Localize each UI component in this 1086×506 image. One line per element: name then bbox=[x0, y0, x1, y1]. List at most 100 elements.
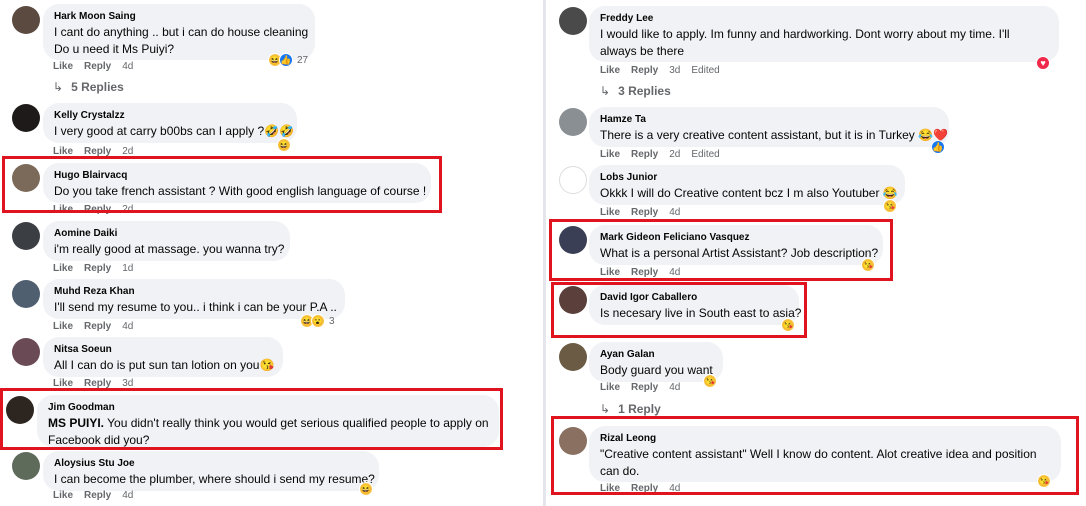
comment-bubble: Lobs Junior Okkk I will do Creative cont… bbox=[589, 165, 905, 205]
like-button[interactable]: Like bbox=[53, 61, 73, 72]
replies-label: 3 Replies bbox=[618, 84, 671, 98]
avatar[interactable] bbox=[559, 108, 587, 136]
commenter-name[interactable]: Nitsa Soeun bbox=[54, 343, 272, 357]
like-button[interactable]: Like bbox=[53, 263, 73, 274]
replies-label: 1 Reply bbox=[618, 402, 661, 416]
comment-bubble: Freddy Lee I would like to apply. Im fun… bbox=[589, 6, 1059, 62]
reply-button[interactable]: Reply bbox=[631, 149, 658, 160]
care-emoji: 😘 bbox=[883, 199, 897, 213]
comment-bubble: Muhd Reza Khan I'll send my resume to yo… bbox=[43, 279, 345, 319]
comment-text: Body guard you want bbox=[600, 363, 713, 377]
comment-actions: Like Reply 4d bbox=[53, 321, 144, 332]
comment-text: always be there bbox=[600, 44, 685, 58]
comment-bubble: Kelly Crystalzz I very good at carry b00… bbox=[43, 103, 297, 143]
commenter-name[interactable]: Hark Moon Saing bbox=[54, 10, 304, 24]
comment-text: I can become the plumber, where should i… bbox=[54, 472, 375, 486]
highlight-box bbox=[549, 219, 893, 281]
reaction-summary[interactable]: 😆 bbox=[277, 138, 291, 152]
timestamp[interactable]: 2d bbox=[669, 149, 680, 160]
avatar[interactable] bbox=[12, 104, 40, 132]
avatar[interactable] bbox=[12, 6, 40, 34]
comment-actions: Like Reply 4d bbox=[600, 382, 691, 393]
like-button[interactable]: Like bbox=[600, 149, 620, 160]
avatar[interactable] bbox=[559, 166, 587, 194]
commenter-name[interactable]: Ayan Galan bbox=[600, 348, 712, 362]
comment-text: Do u need it Ms Puiyi? bbox=[54, 42, 175, 56]
replies-label: 5 Replies bbox=[71, 80, 124, 94]
avatar[interactable] bbox=[12, 222, 40, 250]
comment-text: All I can do is put sun tan lotion on yo… bbox=[54, 358, 275, 372]
reaction-summary[interactable]: 😘 bbox=[883, 199, 897, 213]
reaction-summary[interactable]: ♥ bbox=[1036, 56, 1050, 70]
like-button[interactable]: Like bbox=[600, 65, 620, 76]
reply-button[interactable]: Reply bbox=[84, 490, 111, 501]
avatar[interactable] bbox=[559, 7, 587, 35]
commenter-name[interactable]: Aomine Daiki bbox=[54, 227, 279, 241]
edited-label: Edited bbox=[691, 149, 720, 160]
commenter-name[interactable]: Lobs Junior bbox=[600, 171, 894, 185]
love-reaction: ♥ bbox=[1036, 56, 1050, 70]
reaction-count: 3 bbox=[329, 315, 335, 327]
reaction-count: 27 bbox=[297, 54, 309, 66]
timestamp[interactable]: 4d bbox=[122, 321, 133, 332]
reaction-summary[interactable]: 😘 bbox=[703, 374, 717, 388]
comment-text: There is a very creative content assista… bbox=[600, 128, 949, 142]
commenter-name[interactable]: Freddy Lee bbox=[600, 12, 1048, 26]
timestamp[interactable]: 4d bbox=[122, 490, 133, 501]
view-replies-link[interactable]: ↳ 5 Replies bbox=[53, 80, 124, 94]
reply-button[interactable]: Reply bbox=[84, 263, 111, 274]
highlight-box bbox=[551, 282, 807, 338]
avatar[interactable] bbox=[12, 280, 40, 308]
like-button[interactable]: Like bbox=[53, 490, 73, 501]
reaction-summary[interactable]: 😆 bbox=[359, 482, 373, 496]
comment-actions: Like Reply 3d Edited bbox=[600, 65, 731, 76]
comment-actions: Like Reply 1d bbox=[53, 263, 144, 274]
left-comment-panel: Hark Moon Saing I cant do anything .. bu… bbox=[0, 0, 545, 506]
timestamp[interactable]: 3d bbox=[669, 65, 680, 76]
comment-actions: Like Reply 4d bbox=[53, 61, 144, 72]
commenter-name[interactable]: Aloysius Stu Joe bbox=[54, 457, 368, 471]
highlight-box bbox=[2, 156, 442, 213]
comment-bubble: Hamze Ta There is a very creative conten… bbox=[589, 107, 949, 147]
timestamp[interactable]: 4d bbox=[122, 61, 133, 72]
reply-button[interactable]: Reply bbox=[631, 382, 658, 393]
reaction-summary[interactable]: 👍 bbox=[931, 140, 945, 154]
reaction-summary[interactable]: 😆 👍 27 bbox=[268, 53, 309, 67]
comment-text: I would like to apply. Im funny and hard… bbox=[600, 27, 1010, 41]
avatar[interactable] bbox=[12, 452, 40, 480]
comment-bubble: Hark Moon Saing I cant do anything .. bu… bbox=[43, 4, 315, 60]
like-reaction: 👍 bbox=[279, 53, 293, 67]
commenter-name[interactable]: Muhd Reza Khan bbox=[54, 285, 334, 299]
comment-text: I cant do anything .. but i can do house… bbox=[54, 25, 309, 39]
timestamp[interactable]: 4d bbox=[669, 382, 680, 393]
reply-arrow-icon: ↳ bbox=[600, 402, 611, 416]
view-replies-link[interactable]: ↳ 1 Reply bbox=[600, 402, 661, 416]
highlight-box bbox=[0, 388, 503, 450]
comment-text: I'll send my resume to you.. i think i c… bbox=[54, 300, 337, 314]
like-button[interactable]: Like bbox=[600, 207, 620, 218]
comment-bubble: Aomine Daiki i'm really good at massage.… bbox=[43, 221, 290, 261]
edited-label: Edited bbox=[691, 65, 720, 76]
comment-bubble: Ayan Galan Body guard you want bbox=[589, 342, 723, 382]
timestamp[interactable]: 4d bbox=[669, 207, 680, 218]
comment-text: Okkk I will do Creative content bcz I m … bbox=[600, 186, 898, 200]
commenter-name[interactable]: Hamze Ta bbox=[600, 113, 938, 127]
reply-button[interactable]: Reply bbox=[631, 207, 658, 218]
commenter-name[interactable]: Kelly Crystalzz bbox=[54, 109, 286, 123]
comment-actions: Like Reply 2d Edited bbox=[600, 149, 731, 160]
timestamp[interactable]: 1d bbox=[122, 263, 133, 274]
reply-button[interactable]: Reply bbox=[84, 321, 111, 332]
comment-text: i'm really good at massage. you wanna tr… bbox=[54, 242, 285, 256]
reply-button[interactable]: Reply bbox=[84, 61, 111, 72]
avatar[interactable] bbox=[12, 338, 40, 366]
reaction-summary[interactable]: 😆 😮 3 bbox=[300, 314, 335, 328]
haha-emoji: 😆 bbox=[359, 482, 373, 496]
view-replies-link[interactable]: ↳ 3 Replies bbox=[600, 84, 671, 98]
reply-button[interactable]: Reply bbox=[631, 65, 658, 76]
comment-actions: Like Reply 4d bbox=[53, 490, 144, 501]
like-button[interactable]: Like bbox=[53, 321, 73, 332]
like-reaction: 👍 bbox=[931, 140, 945, 154]
like-button[interactable]: Like bbox=[600, 382, 620, 393]
right-comment-panel: Freddy Lee I would like to apply. Im fun… bbox=[546, 0, 1086, 506]
avatar[interactable] bbox=[559, 343, 587, 371]
